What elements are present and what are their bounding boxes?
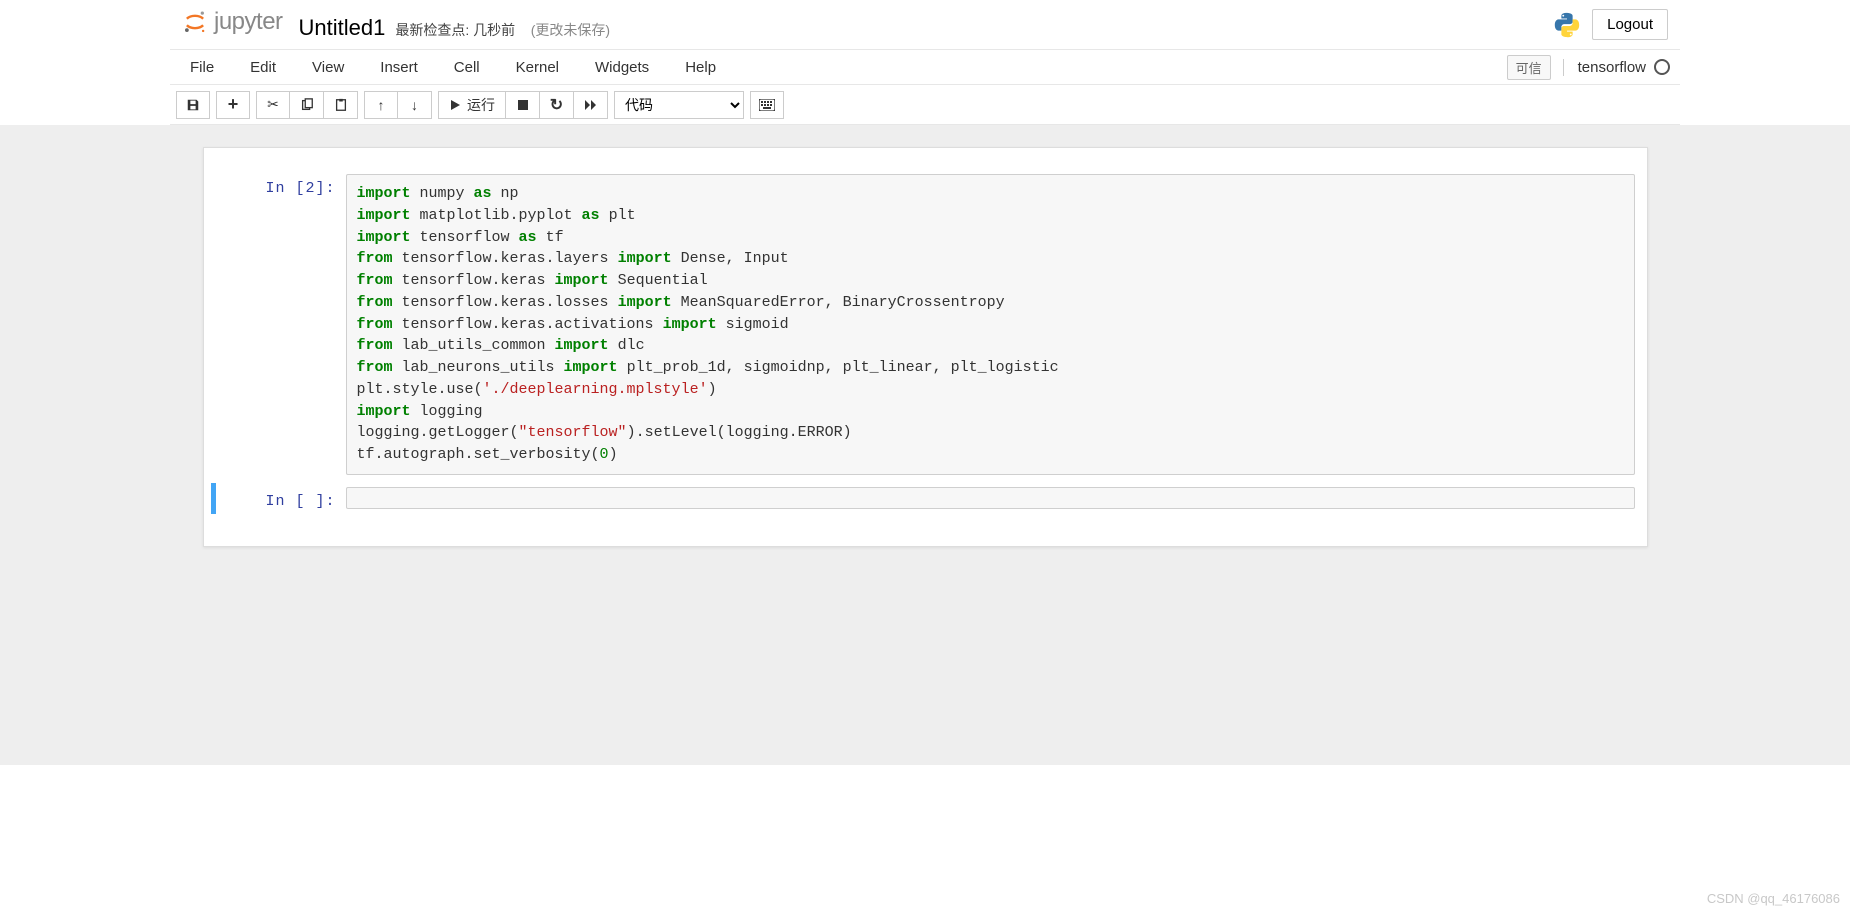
menu-cell[interactable]: Cell	[438, 51, 496, 84]
menu-help[interactable]: Help	[669, 51, 732, 84]
save-icon	[186, 98, 200, 112]
paste-icon	[334, 98, 348, 112]
notebook-header: jupyter Untitled1 最新检查点: 几秒前 (更改未保存) Log…	[170, 0, 1680, 49]
menu-insert[interactable]: Insert	[364, 51, 434, 84]
menu-file[interactable]: File	[174, 51, 230, 84]
trusted-indicator[interactable]: 可信	[1507, 55, 1551, 80]
notebook-container: In [2]: import numpy as npimport matplot…	[203, 147, 1648, 547]
cell-type-select[interactable]: 代码	[614, 91, 744, 119]
code-cell[interactable]: In [2]: import numpy as npimport matplot…	[216, 170, 1635, 479]
cut-icon: ✂	[267, 96, 279, 113]
cell-prompt: In [ ]:	[216, 487, 346, 510]
notebook-body: In [2]: import numpy as npimport matplot…	[0, 125, 1850, 765]
restart-button[interactable]: ↻	[540, 91, 574, 119]
run-label: 运行	[467, 95, 495, 115]
menu-edit[interactable]: Edit	[234, 51, 292, 84]
menu-kernel[interactable]: Kernel	[500, 51, 575, 84]
python-logo-icon	[1552, 10, 1582, 40]
cell-prompt: In [2]:	[216, 174, 346, 197]
jupyter-logo[interactable]: jupyter	[182, 8, 283, 36]
add-cell-button[interactable]: +	[216, 91, 250, 119]
menu-bar: File Edit View Insert Cell Kernel Widget…	[170, 49, 1680, 85]
cell-input-area[interactable]	[346, 487, 1635, 509]
logout-button[interactable]: Logout	[1592, 9, 1668, 40]
keyboard-icon	[759, 99, 775, 111]
play-icon	[449, 99, 461, 111]
menu-widgets[interactable]: Widgets	[579, 51, 665, 84]
checkpoint-status: 最新检查点: 几秒前 (更改未保存)	[395, 20, 610, 40]
run-all-button[interactable]	[574, 91, 608, 119]
kernel-status-icon[interactable]	[1654, 59, 1670, 75]
menu-view[interactable]: View	[296, 51, 360, 84]
jupyter-logo-text: jupyter	[214, 8, 283, 36]
cell-input-area[interactable]: import numpy as npimport matplotlib.pypl…	[346, 174, 1635, 475]
restart-icon: ↻	[550, 95, 563, 115]
fast-forward-icon	[584, 99, 598, 111]
copy-icon	[300, 98, 314, 112]
arrow-down-icon: ↓	[411, 97, 418, 113]
move-up-button[interactable]: ↑	[364, 91, 398, 119]
save-button[interactable]	[176, 91, 210, 119]
code-cell[interactable]: In [ ]:	[211, 483, 1635, 514]
plus-icon: +	[228, 94, 239, 115]
arrow-up-icon: ↑	[378, 97, 385, 113]
stop-icon	[517, 99, 529, 111]
paste-button[interactable]	[324, 91, 358, 119]
move-down-button[interactable]: ↓	[398, 91, 432, 119]
cut-button[interactable]: ✂	[256, 91, 290, 119]
kernel-name[interactable]: tensorflow	[1578, 59, 1646, 76]
run-button[interactable]: 运行	[438, 91, 506, 119]
command-palette-button[interactable]	[750, 91, 784, 119]
copy-button[interactable]	[290, 91, 324, 119]
toolbar: + ✂ ↑ ↓ 运行 ↻ 代码	[170, 85, 1680, 125]
notebook-title[interactable]: Untitled1	[299, 15, 386, 41]
watermark: CSDN @qq_46176086	[1707, 891, 1840, 906]
jupyter-logo-icon	[182, 9, 208, 35]
stop-button[interactable]	[506, 91, 540, 119]
